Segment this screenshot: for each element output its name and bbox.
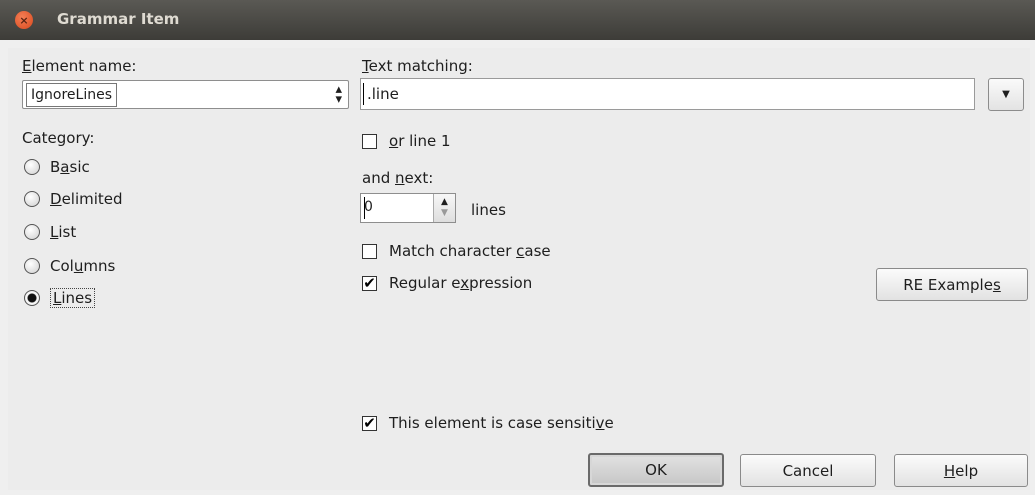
- and-next-unit: lines: [471, 201, 506, 219]
- radio-delimited[interactable]: Delimited: [24, 190, 123, 208]
- regex-check-icon[interactable]: ✔: [362, 275, 377, 291]
- case-sensitive-check-icon[interactable]: ✔: [362, 415, 377, 431]
- radio-basic-label: Basic: [50, 158, 90, 176]
- radio-list-label: List: [50, 223, 77, 241]
- element-name-select[interactable]: IgnoreLines ▴ ▾: [22, 80, 349, 109]
- regex-checkbox[interactable]: ✔ Regular expression: [362, 274, 532, 292]
- spinner-arrows[interactable]: ▲ ▼: [433, 194, 455, 222]
- cancel-button-label: Cancel: [782, 461, 834, 480]
- chevron-down-icon: ▼: [1002, 89, 1010, 100]
- radio-delimited-label: Delimited: [50, 190, 123, 208]
- radio-columns-indicator[interactable]: [24, 258, 40, 274]
- radio-list-indicator[interactable]: [24, 224, 40, 240]
- ok-button-label: OK: [645, 461, 667, 479]
- radio-lines-indicator[interactable]: [24, 290, 40, 306]
- and-next-value: 0: [364, 199, 373, 215]
- spin-up-icon[interactable]: ▲: [441, 197, 448, 208]
- re-examples-label: RE Examples: [903, 275, 1001, 294]
- radio-lines[interactable]: Lines: [24, 288, 96, 308]
- radio-columns[interactable]: Columns: [24, 257, 115, 275]
- and-next-spinner[interactable]: 0 ▲ ▼: [360, 193, 456, 223]
- radio-basic[interactable]: Basic: [24, 158, 90, 176]
- spin-down-icon[interactable]: ▼: [441, 208, 448, 219]
- re-examples-button[interactable]: RE Examples: [876, 268, 1028, 301]
- ok-button[interactable]: OK: [588, 453, 724, 487]
- radio-delimited-indicator[interactable]: [24, 191, 40, 207]
- grammar-item-dialog: Element name: IgnoreLines ▴ ▾ Text matchi…: [8, 48, 1030, 490]
- radio-basic-indicator[interactable]: [24, 159, 40, 175]
- title-bar: × Grammar Item: [0, 0, 1035, 40]
- text-caret: [363, 83, 364, 105]
- radio-columns-label: Columns: [50, 257, 116, 275]
- text-matching-dropdown-button[interactable]: ▼: [988, 78, 1024, 111]
- help-button-label: Help: [943, 461, 979, 480]
- close-icon[interactable]: ×: [15, 11, 33, 29]
- element-name-value: IgnoreLines: [26, 82, 117, 107]
- text-matching-input[interactable]: .line: [360, 78, 975, 110]
- text-matching-value: .line: [367, 85, 399, 103]
- help-button[interactable]: Help: [894, 454, 1028, 487]
- cancel-button[interactable]: Cancel: [740, 454, 876, 487]
- element-name-label: Element name:: [22, 57, 137, 75]
- category-label: Category:: [22, 129, 95, 147]
- select-arrows-icon: ▴ ▾: [335, 82, 342, 107]
- and-next-label: and next:: [362, 169, 434, 187]
- case-sensitive-checkbox[interactable]: ✔ This element is case sensitive: [362, 414, 614, 432]
- or-line-1-checkbox[interactable]: or line 1: [362, 132, 451, 150]
- text-matching-label: Text matching:: [362, 57, 473, 75]
- match-case-checkbox[interactable]: Match character case: [362, 242, 551, 260]
- match-case-label: Match character case: [389, 242, 551, 260]
- case-sensitive-label: This element is case sensitive: [389, 414, 614, 432]
- match-case-box[interactable]: [362, 243, 377, 259]
- radio-list[interactable]: List: [24, 223, 76, 241]
- window-title: Grammar Item: [57, 10, 180, 28]
- or-line-1-label: or line 1: [389, 132, 451, 150]
- or-line-1-box[interactable]: [362, 133, 377, 149]
- radio-lines-label: Lines: [50, 288, 96, 308]
- regex-label: Regular expression: [389, 274, 533, 292]
